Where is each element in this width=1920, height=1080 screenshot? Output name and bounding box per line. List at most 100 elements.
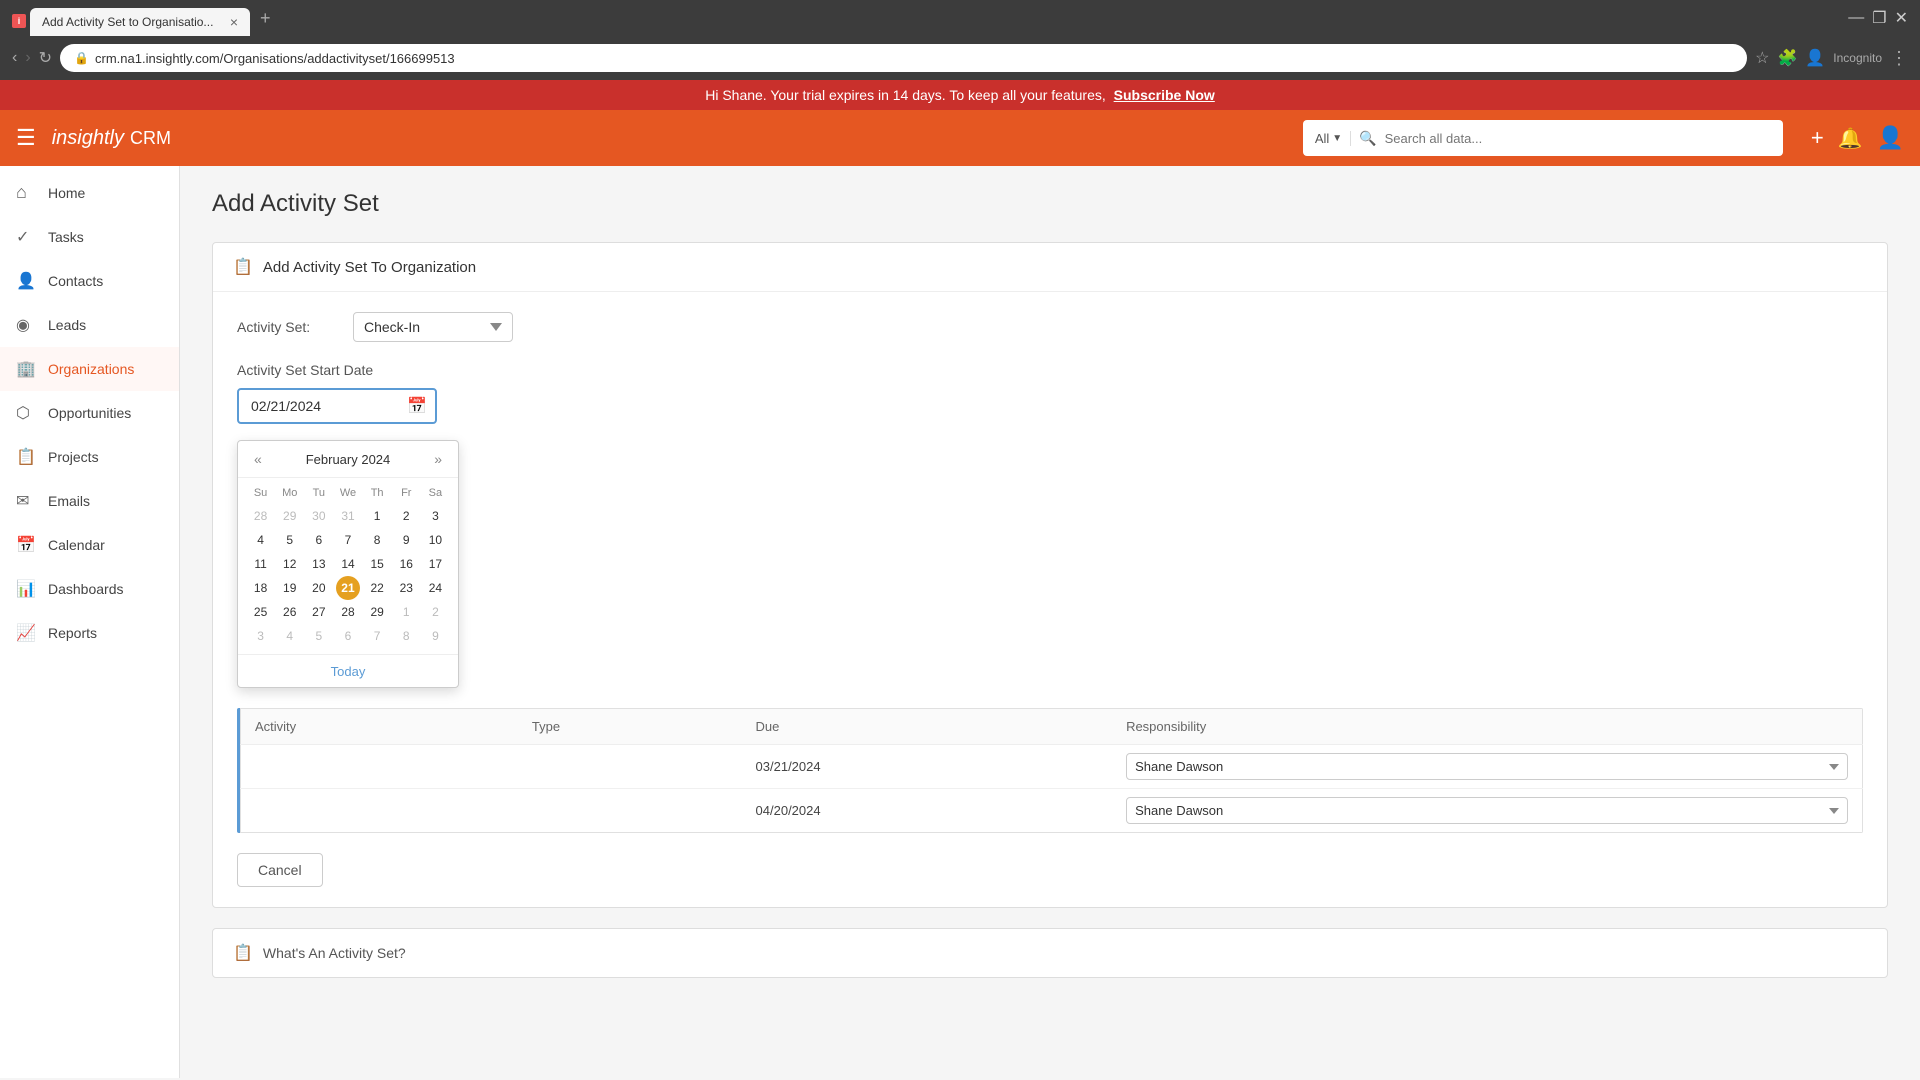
user-profile-button[interactable]: 👤 — [1877, 125, 1904, 151]
cal-day[interactable]: 6 — [333, 624, 362, 648]
responsibility-select-1[interactable]: Shane Dawson — [1126, 753, 1848, 780]
sidebar-item-contacts[interactable]: 👤 Contacts — [0, 259, 179, 303]
cal-day[interactable]: 16 — [392, 552, 421, 576]
col-activity: Activity — [241, 709, 518, 745]
window-maximize-button[interactable]: ❐ — [1872, 8, 1886, 28]
cal-day[interactable]: 1 — [392, 600, 421, 624]
window-close-button[interactable]: ✕ — [1895, 8, 1908, 28]
cal-day[interactable]: 7 — [333, 528, 362, 552]
cal-day[interactable]: 23 — [392, 576, 421, 600]
main-content: Add Activity Set 📋 Add Activity Set To O… — [180, 166, 1920, 1078]
sidebar-item-emails[interactable]: ✉ Emails — [0, 479, 179, 523]
cancel-button[interactable]: Cancel — [237, 853, 323, 887]
cal-day[interactable]: 31 — [333, 504, 362, 528]
weekday-fr: Fr — [392, 484, 421, 502]
sidebar-item-organizations[interactable]: 🏢 Organizations — [0, 347, 179, 391]
cal-day[interactable]: 27 — [304, 600, 333, 624]
profile-button[interactable]: 👤 — [1805, 48, 1825, 68]
cal-day[interactable]: 2 — [421, 600, 450, 624]
back-button[interactable]: ‹ — [12, 49, 17, 67]
dashboards-icon: 📊 — [16, 579, 36, 599]
calendar-toggle-icon[interactable]: 📅 — [407, 396, 427, 416]
cal-day-selected[interactable]: 21 — [333, 576, 362, 600]
cal-day[interactable]: 8 — [392, 624, 421, 648]
cal-day[interactable]: 8 — [363, 528, 392, 552]
cell-type-2 — [518, 789, 742, 833]
window-minimize-button[interactable]: — — [1848, 9, 1864, 27]
cal-day[interactable]: 15 — [363, 552, 392, 576]
responsibility-select-2[interactable]: Shane Dawson — [1126, 797, 1848, 824]
cal-day[interactable]: 30 — [304, 504, 333, 528]
forward-button[interactable]: › — [25, 49, 30, 67]
header-actions: + 🔔 👤 — [1811, 125, 1904, 151]
sidebar-item-home[interactable]: ⌂ Home — [0, 170, 179, 215]
calendar-dropdown: « February 2024 » Su Mo Tu We Th Fr — [237, 440, 459, 688]
tab-close-button[interactable]: × — [230, 15, 238, 29]
sidebar-item-reports[interactable]: 📈 Reports — [0, 611, 179, 655]
cal-day[interactable]: 4 — [275, 624, 304, 648]
header-search-bar[interactable]: All ▼ 🔍 — [1303, 120, 1783, 156]
add-button[interactable]: + — [1811, 125, 1824, 151]
hamburger-button[interactable]: ☰ — [16, 125, 36, 151]
bookmark-button[interactable]: ☆ — [1755, 48, 1769, 68]
sidebar-item-tasks[interactable]: ✓ Tasks — [0, 215, 179, 259]
address-bar[interactable]: 🔒 crm.na1.insightly.com/Organisations/ad… — [60, 44, 1747, 72]
app-header: ☰ insightly CRM All ▼ 🔍 + 🔔 👤 — [0, 110, 1920, 166]
active-tab[interactable]: Add Activity Set to Organisatio... × — [30, 8, 250, 36]
cal-day[interactable]: 12 — [275, 552, 304, 576]
new-tab-button[interactable]: + — [254, 8, 277, 29]
extensions-button[interactable]: 🧩 — [1777, 48, 1797, 68]
cal-day[interactable]: 14 — [333, 552, 362, 576]
cal-day[interactable]: 9 — [392, 528, 421, 552]
cal-day[interactable]: 22 — [363, 576, 392, 600]
cal-day[interactable]: 29 — [275, 504, 304, 528]
cal-day[interactable]: 10 — [421, 528, 450, 552]
cal-day[interactable]: 11 — [246, 552, 275, 576]
cal-day[interactable]: 26 — [275, 600, 304, 624]
cal-day[interactable]: 28 — [333, 600, 362, 624]
sidebar-item-dashboards[interactable]: 📊 Dashboards — [0, 567, 179, 611]
cal-day[interactable]: 1 — [363, 504, 392, 528]
calendar-prev-button[interactable]: « — [248, 449, 268, 469]
sidebar-label-reports: Reports — [48, 625, 97, 641]
cal-day[interactable]: 20 — [304, 576, 333, 600]
reload-button[interactable]: ↻ — [39, 48, 52, 68]
search-all-button[interactable]: All ▼ — [1315, 131, 1351, 146]
today-button[interactable]: Today — [331, 664, 366, 679]
activity-set-select[interactable]: Check-In Follow-Up Onboarding — [353, 312, 513, 342]
cal-day[interactable]: 7 — [363, 624, 392, 648]
weekday-we: We — [333, 484, 362, 502]
activity-table: Activity Type Due Responsibility 03/21/2… — [240, 708, 1863, 833]
sidebar-item-calendar[interactable]: 📅 Calendar — [0, 523, 179, 567]
cal-day[interactable]: 29 — [363, 600, 392, 624]
search-input[interactable] — [1385, 131, 1771, 146]
calendar-next-button[interactable]: » — [428, 449, 448, 469]
cal-day[interactable]: 24 — [421, 576, 450, 600]
cal-day[interactable]: 5 — [304, 624, 333, 648]
notifications-button[interactable]: 🔔 — [1838, 126, 1863, 151]
cal-day[interactable]: 3 — [246, 624, 275, 648]
cal-day[interactable]: 19 — [275, 576, 304, 600]
sidebar-item-projects[interactable]: 📋 Projects — [0, 435, 179, 479]
subscribe-link[interactable]: Subscribe Now — [1114, 87, 1215, 103]
reports-icon: 📈 — [16, 623, 36, 643]
cal-day[interactable]: 2 — [392, 504, 421, 528]
leads-icon: ◉ — [16, 315, 36, 335]
menu-button[interactable]: ⋮ — [1890, 48, 1908, 69]
sidebar-item-opportunities[interactable]: ⬡ Opportunities — [0, 391, 179, 435]
cell-responsibility-2: Shane Dawson — [1112, 789, 1862, 833]
cell-due-1: 03/21/2024 — [742, 745, 1113, 789]
cal-day[interactable]: 17 — [421, 552, 450, 576]
cal-day[interactable]: 18 — [246, 576, 275, 600]
tab-title: Add Activity Set to Organisatio... — [42, 15, 213, 29]
cal-day[interactable]: 4 — [246, 528, 275, 552]
what-activity-header[interactable]: 📋 What's An Activity Set? — [213, 929, 1887, 977]
cal-day[interactable]: 25 — [246, 600, 275, 624]
cal-day[interactable]: 9 — [421, 624, 450, 648]
cal-day[interactable]: 28 — [246, 504, 275, 528]
cal-day[interactable]: 5 — [275, 528, 304, 552]
cal-day[interactable]: 13 — [304, 552, 333, 576]
cal-day[interactable]: 3 — [421, 504, 450, 528]
sidebar-item-leads[interactable]: ◉ Leads — [0, 303, 179, 347]
cal-day[interactable]: 6 — [304, 528, 333, 552]
